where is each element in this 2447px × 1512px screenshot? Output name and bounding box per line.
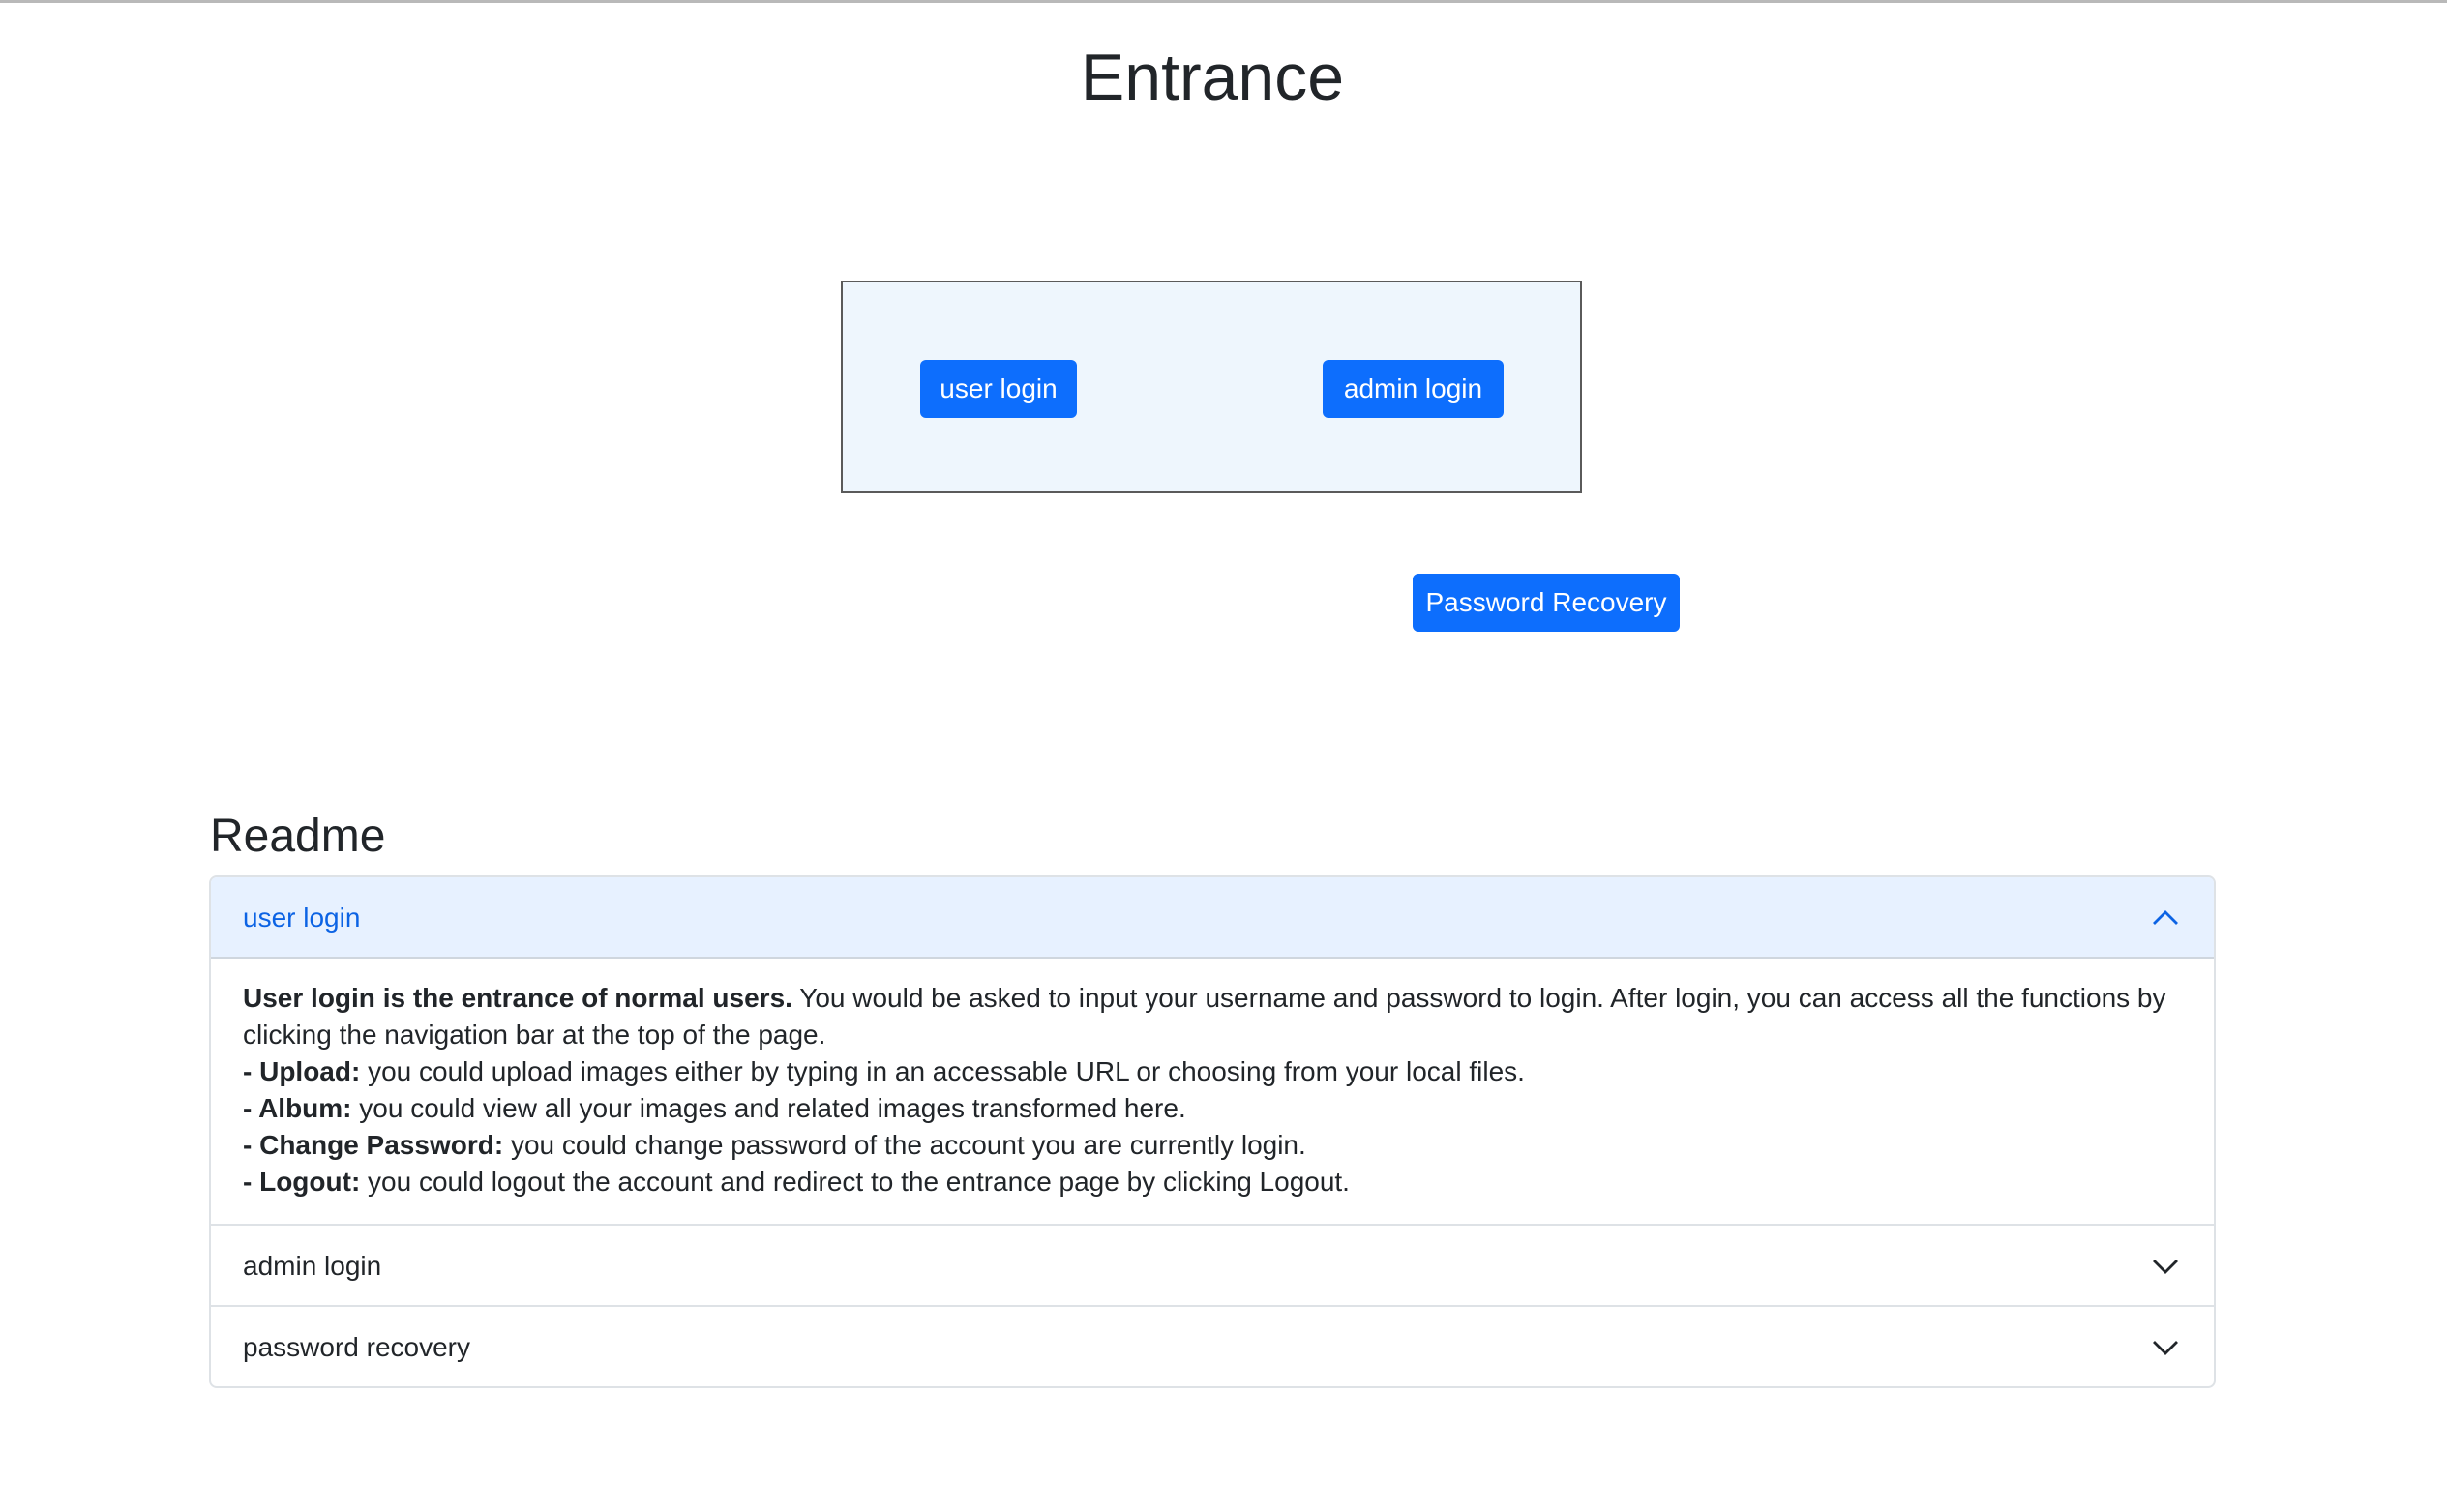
accordion-body-user-login: User login is the entrance of normal use… <box>211 959 2214 1224</box>
password-recovery-button[interactable]: Password Recovery <box>1413 574 1680 632</box>
item-label: - Logout: <box>243 1167 361 1197</box>
admin-login-button[interactable]: admin login <box>1323 360 1504 418</box>
item-label: - Change Password: <box>243 1130 504 1160</box>
chevron-down-icon <box>2153 1341 2178 1355</box>
readme-item-album: - Album: you could view all your images … <box>243 1090 2182 1127</box>
item-text: you could view all your images and relat… <box>351 1093 1186 1123</box>
readme-item-change-password: - Change Password: you could change pass… <box>243 1127 2182 1164</box>
item-text: you could upload images either by typing… <box>360 1056 1525 1086</box>
item-text: you could change password of the account… <box>503 1130 1306 1160</box>
readme-heading: Readme <box>210 811 386 862</box>
item-label: - Album: <box>243 1093 352 1123</box>
user-login-button[interactable]: user login <box>920 360 1077 418</box>
item-label: - Upload: <box>243 1056 361 1086</box>
readme-item-upload: - Upload: you could upload images either… <box>243 1053 2182 1090</box>
item-text: you could logout the account and redirec… <box>360 1167 1350 1197</box>
intro-bold: User login is the entrance of normal use… <box>243 983 792 1013</box>
readme-intro: User login is the entrance of normal use… <box>243 980 2182 1053</box>
accordion-header-password-recovery[interactable]: password recovery <box>211 1305 2214 1386</box>
accordion-title: user login <box>243 903 361 933</box>
accordion-title: password recovery <box>243 1332 470 1362</box>
chevron-up-icon <box>2153 910 2178 925</box>
accordion-title: admin login <box>243 1251 382 1281</box>
top-divider <box>0 0 2447 3</box>
readme-accordion: user login User login is the entrance of… <box>209 875 2216 1388</box>
accordion-header-admin-login[interactable]: admin login <box>211 1224 2214 1305</box>
page-title: Entrance <box>1080 41 1345 114</box>
chevron-down-icon <box>2153 1260 2178 1274</box>
accordion-header-user-login[interactable]: user login <box>211 877 2214 959</box>
readme-item-logout: - Logout: you could logout the account a… <box>243 1164 2182 1201</box>
